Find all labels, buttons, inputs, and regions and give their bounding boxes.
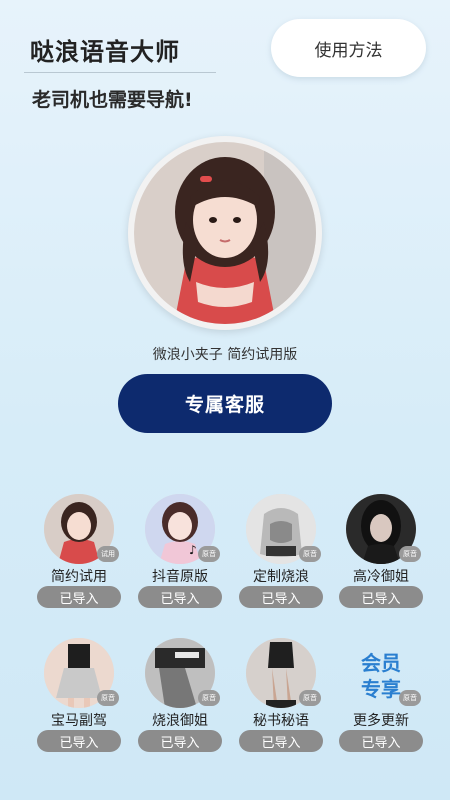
imported-button[interactable]: 已导入 [37,586,121,608]
voice-item-secretary[interactable]: 原音 秘书秘语 已导入 [239,638,329,768]
current-voice-caption: 微浪小夹子 简约试用版 [152,347,298,363]
voice-badge: 原音 [299,546,321,562]
voice-badge: 原音 [198,546,220,562]
svg-text:♪: ♪ [189,543,197,557]
imported-button[interactable]: 已导入 [239,586,323,608]
header-divider [24,72,216,73]
customer-service-button[interactable]: 专属客服 [118,374,332,433]
voice-name: 高冷御姐 [353,569,409,585]
voice-item-more-updates[interactable]: 会员 专享 原音 更多更新 已导入 [339,638,429,768]
voice-badge: 原音 [399,546,421,562]
imported-button[interactable]: 已导入 [339,730,423,752]
current-voice-avatar [128,136,322,330]
voice-name: 更多更新 [353,713,409,729]
voice-item-custom-flirty[interactable]: 原音 定制烧浪 已导入 [239,494,329,624]
voice-name: 烧浪御姐 [152,713,208,729]
imported-button[interactable]: 已导入 [239,730,323,752]
voice-item-cool-lady[interactable]: 原音 高冷御姐 已导入 [339,494,429,624]
voice-name: 宝马副驾 [51,713,107,729]
voice-badge: 原音 [399,690,421,706]
usage-instructions-button[interactable]: 使用方法 [271,19,426,77]
voice-badge: 原音 [198,690,220,706]
voice-name: 定制烧浪 [253,569,309,585]
girl-portrait-image [134,142,316,324]
voice-item-douyin-original[interactable]: ♪ 原音 抖音原版 已导入 [138,494,228,624]
voice-name: 抖音原版 [152,569,208,585]
voice-item-flirty-lady[interactable]: 原音 烧浪御姐 已导入 [138,638,228,768]
voice-name: 简约试用 [51,569,107,585]
voice-item-simple-trial[interactable]: 试用 简约试用 已导入 [37,494,127,624]
voice-item-bmw-copilot[interactable]: 原音 宝马副驾 已导入 [37,638,127,768]
voice-badge: 原音 [97,690,119,706]
app-subtitle: 老司机也需要导航! [32,89,193,111]
imported-button[interactable]: 已导入 [339,586,423,608]
svg-text:专享: 专享 [361,677,401,701]
voice-badge: 试用 [97,546,119,562]
app-title: 哒浪语音大师 [30,38,180,66]
imported-button[interactable]: 已导入 [37,730,121,752]
imported-button[interactable]: 已导入 [138,586,222,608]
voice-badge: 原音 [299,690,321,706]
imported-button[interactable]: 已导入 [138,730,222,752]
voice-name: 秘书秘语 [253,713,309,729]
svg-text:会员: 会员 [361,651,401,675]
